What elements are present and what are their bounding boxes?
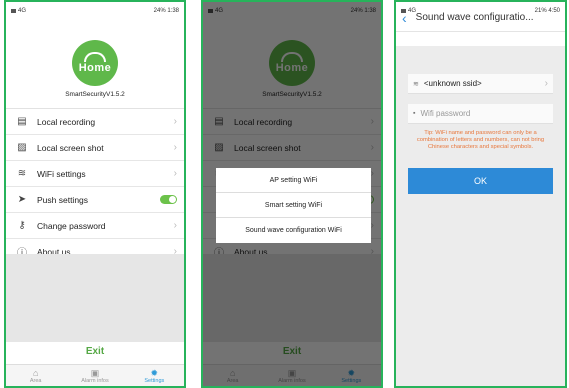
menu-item-label: Local screen shot [37,142,104,153]
ap-setting-wifi-option[interactable]: AP setting WiFi [216,168,371,193]
app-version: SmartSecurityV1.5.2 [65,91,125,98]
tab-label: Settings [144,377,165,384]
tab-alarm-infos[interactable]: ▣ Alarm infos [65,365,124,386]
menu-item-push-settings: ➤ Push settings [6,187,184,213]
chevron-right-icon: › [544,78,548,89]
menu-item-local-recording[interactable]: ▤ Local recording › [6,109,184,135]
chevron-right-icon: › [173,116,177,127]
page-title: Sound wave configuratio... [415,12,534,23]
status-bar: 4G 24% 1:38 [6,2,184,20]
wifi-icon: ≋ [413,80,419,88]
config-body [396,46,565,386]
sound-wave-screen: 4G 21% 4:50 ‹ Sound wave configuratio...… [394,0,567,388]
home-icon: ⌂ [32,367,39,378]
wifi-icon: ≋ [17,168,27,179]
tab-label: Area [29,377,42,384]
back-icon[interactable]: ‹ [402,10,407,26]
menu-item-label: Change password [37,220,106,231]
menu-item-label: WiFi settings [37,168,86,179]
gear-icon: ✹ [150,367,159,378]
chevron-right-icon: › [173,168,177,179]
app-header: Home SmartSecurityV1.5.2 [6,20,184,100]
settings-screen: 4G 24% 1:38 Home SmartSecurityV1.5.2 ▤ Lo… [4,0,186,388]
nav-bar: ‹ Sound wave configuratio... [396,2,565,32]
wifi-mode-dialog: AP setting WiFi Smart setting WiFi Sound… [216,168,371,243]
ok-button[interactable]: OK [408,168,553,194]
exit-button[interactable]: Exit [6,346,184,357]
menu-item-local-screen-shot[interactable]: ▨ Local screen shot › [6,135,184,161]
alarm-icon: ▣ [90,367,100,378]
password-placeholder: Wifi password [420,109,471,118]
menu-item-label: Push settings [37,194,89,205]
settings-menu: ▤ Local recording › ▨ Local screen shot › ≋ W… [6,108,184,265]
menu-item-wifi-settings[interactable]: ≋ WiFi settings › [6,161,184,187]
battery-time: 24% 1:38 [153,8,179,14]
lock-icon: ▪ [413,110,416,117]
image-icon: ▨ [17,142,27,153]
tab-area[interactable]: ⌂ Area [6,365,65,386]
roof-icon [84,52,106,62]
app-logo: Home [72,40,118,86]
smart-setting-wifi-option[interactable]: Smart setting WiFi [216,193,371,218]
wifi-dialog-screen: 4G 24% 1:38 Home SmartSecurityV1.5.2 ▤Lo… [201,0,383,388]
logo-text: Home [78,62,112,74]
ssid-field[interactable]: ≋ <unknown ssid> › [408,74,553,94]
ssid-value: <unknown ssid> [423,79,482,88]
network-label: 4G [18,8,27,14]
tab-bar: ⌂Area ▣Alarm infos ✹Settings [6,364,184,386]
video-file-icon: ▤ [17,116,27,127]
send-icon: ➤ [17,194,27,205]
push-toggle[interactable] [160,195,177,204]
key-icon: ⚷ [18,220,26,231]
tab-label: Alarm infos [81,377,109,384]
chevron-right-icon: › [173,220,177,231]
menu-item-change-password[interactable]: ⚷ Change password › [6,213,184,239]
sim-icon [11,9,16,13]
wifi-password-field[interactable]: ▪ Wifi password [408,104,553,124]
tip-text: Tip: WiFi name and password can only be … [416,130,545,150]
menu-item-label: Local recording [37,116,96,127]
tab-settings[interactable]: ✹ Settings [125,365,184,386]
chevron-right-icon: › [173,142,177,153]
sound-wave-wifi-option[interactable]: Sound wave configuration WiFi [216,218,371,243]
empty-area [6,254,184,342]
